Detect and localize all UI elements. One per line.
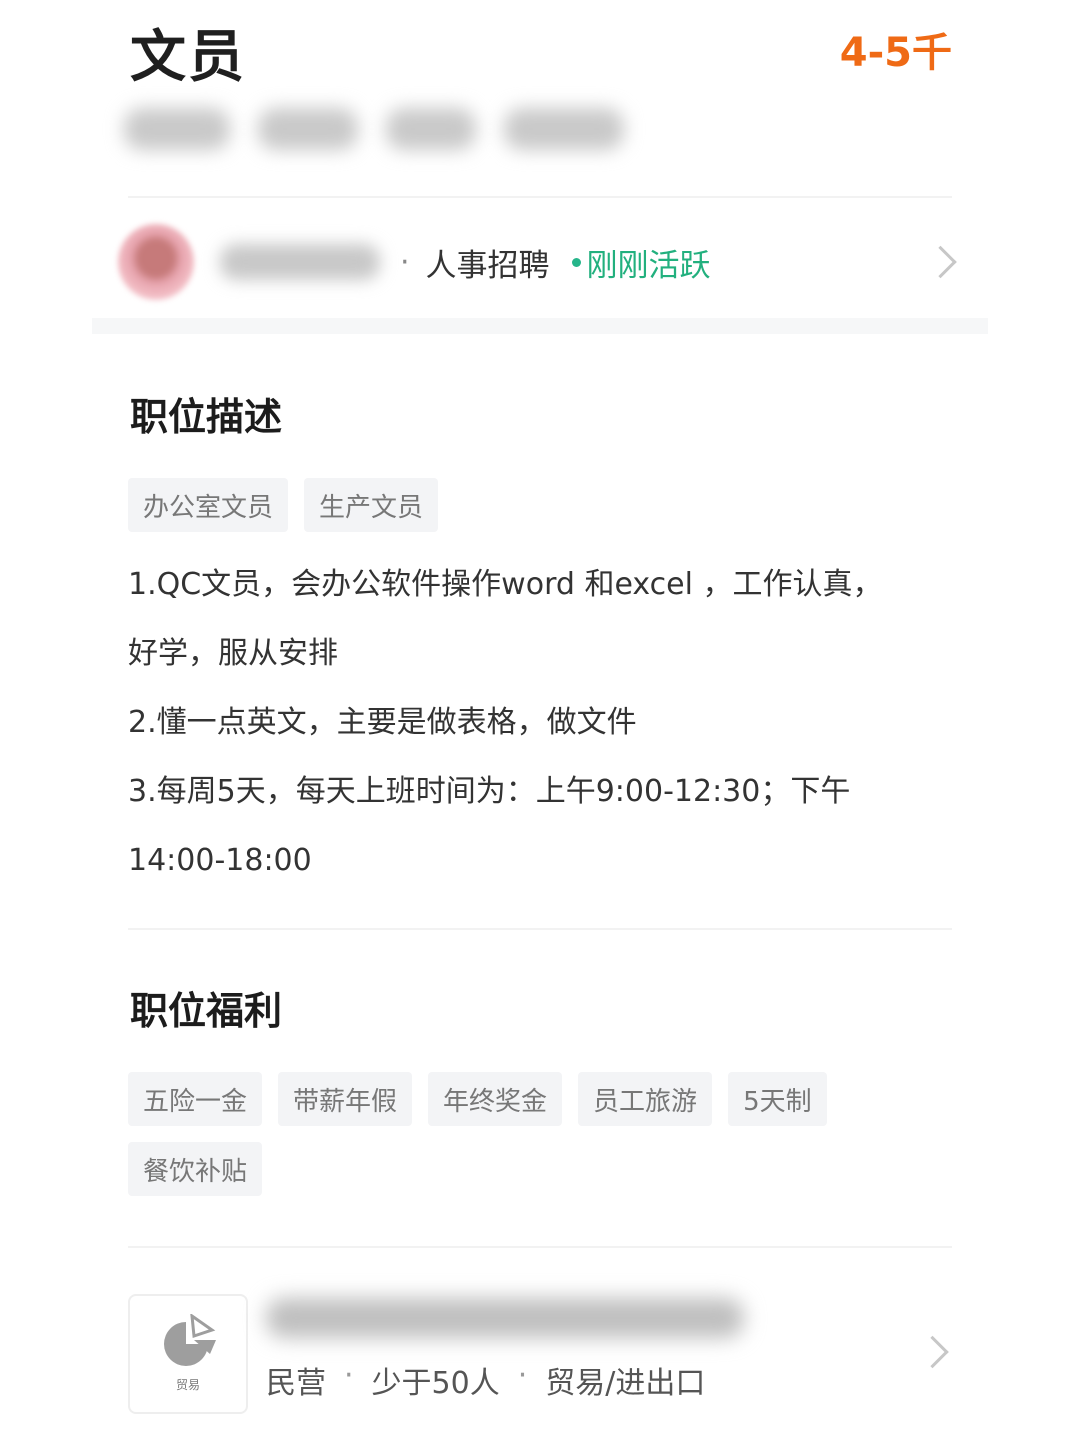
benefits-title: 职位福利: [130, 989, 283, 1033]
company-size: 少于50人: [371, 1366, 500, 1401]
section-divider: [92, 318, 988, 334]
recruiter-role: 人事招聘: [425, 247, 550, 284]
job-type-tags: 办公室文员 生产文员: [128, 478, 439, 532]
divider: [128, 196, 952, 198]
blurred-meta-item: [258, 108, 358, 150]
benefit-tag: 五险一金: [128, 1072, 263, 1126]
chevron-right-icon: [916, 1335, 949, 1369]
blurred-meta-item: [124, 108, 230, 150]
benefit-tag: 年终奖金: [428, 1072, 563, 1126]
separator-dot: ·: [400, 244, 410, 280]
company-logo: 贸易: [128, 1294, 248, 1414]
chevron-right-icon: [924, 245, 957, 279]
blurred-meta-item: [504, 108, 624, 150]
recruiter-name-blurred: [220, 244, 380, 280]
company-info: 民营 · 少于50人 · 贸易/进出口: [266, 1358, 705, 1402]
separator-dot: ·: [344, 1358, 354, 1393]
job-detail-page: 文员 4-5千 · 人事招聘 刚刚活跃 职位描述 办公室文员 生产文员 1.QC…: [0, 0, 1080, 1439]
blurred-meta-item: [386, 108, 476, 150]
job-tag: 办公室文员: [128, 478, 289, 532]
benefit-tags: 五险一金 带薪年假 年终奖金 员工旅游 5天制 餐饮补贴: [128, 1072, 848, 1196]
active-status-dot: [571, 257, 581, 267]
benefit-tag: 5天制: [728, 1072, 827, 1126]
description-line: 14:00-18:00: [128, 843, 312, 878]
description-line: 2.懂一点英文，主要是做表格，做文件: [128, 705, 637, 740]
recruiter-row[interactable]: · 人事招聘 刚刚活跃: [118, 222, 958, 302]
description-line: 3.每周5天，每天上班时间为：上午9:00-12:30；下午: [128, 774, 851, 809]
description-line: 1.QC文员，会办公软件操作word 和excel ，工作认真，: [128, 567, 883, 602]
salary: 4-5千: [839, 30, 952, 76]
benefit-tag: 带薪年假: [278, 1072, 413, 1126]
job-tag: 生产文员: [304, 478, 439, 532]
job-title: 文员: [130, 25, 246, 90]
benefit-tag: 员工旅游: [578, 1072, 713, 1126]
recruiter-avatar: [118, 224, 194, 300]
job-description-title: 职位描述: [130, 395, 283, 439]
separator-dot: ·: [517, 1358, 528, 1393]
description-line: 好学，服从安排: [128, 636, 338, 671]
job-meta-blurred: [124, 108, 624, 150]
pie-chart-icon: [164, 1314, 216, 1366]
company-industry: 贸易/进出口: [545, 1366, 706, 1401]
company-logo-label: 贸易: [175, 1378, 200, 1392]
company-name-blurred: [266, 1298, 744, 1338]
company-card[interactable]: 贸易 民营 · 少于50人 · 贸易/进出口: [128, 1294, 952, 1414]
active-status: 刚刚活跃: [586, 247, 711, 284]
benefit-tag: 餐饮补贴: [128, 1142, 263, 1196]
job-description-body: 1.QC文员，会办公软件操作word 和excel ，工作认真， 好学，服从安排…: [128, 550, 958, 895]
divider: [128, 928, 952, 930]
divider: [128, 1246, 952, 1248]
company-ownership: 民营: [266, 1366, 326, 1401]
